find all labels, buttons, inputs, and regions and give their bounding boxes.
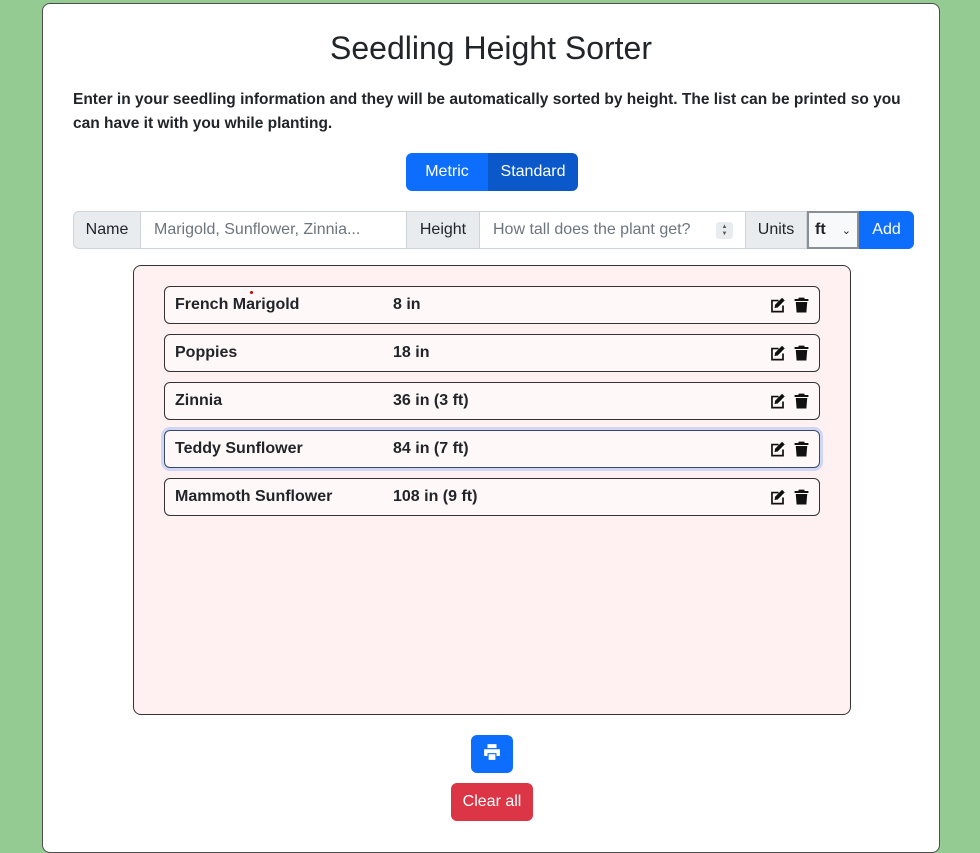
edit-icon[interactable] <box>769 296 786 314</box>
edit-icon[interactable] <box>769 344 786 362</box>
list-item: Mammoth Sunflower 108 in (9 ft) <box>164 478 820 516</box>
clear-all-button[interactable]: Clear all <box>451 783 533 821</box>
seedling-name: Zinnia <box>175 392 223 409</box>
seedling-name: Poppies <box>175 344 238 361</box>
trash-icon[interactable] <box>793 296 810 314</box>
page-title: Seedling Height Sorter <box>330 30 652 66</box>
list-item: Poppies 18 in <box>164 334 820 372</box>
name-input[interactable]: Marigold, Sunflower, Zinnia... <box>141 211 407 249</box>
chevron-down-icon: ⌄ <box>841 224 851 237</box>
trash-icon[interactable] <box>793 488 810 506</box>
height-input-placeholder: How tall does the plant get? <box>493 221 691 238</box>
seedling-name: French Marigold <box>175 296 300 313</box>
unit-system-toggle: Metric Standard <box>406 153 578 191</box>
edit-icon[interactable] <box>769 392 786 410</box>
list-item: French Marigold 8 in <box>164 286 820 324</box>
units-select[interactable]: ft ⌄ <box>807 211 859 249</box>
print-button[interactable] <box>471 735 513 773</box>
edit-icon[interactable] <box>769 488 786 506</box>
seedling-height: 84 in (7 ft) <box>393 440 469 457</box>
number-spinner[interactable]: ▲ ▼ <box>716 222 733 239</box>
seedling-name: Teddy Sunflower <box>175 440 303 457</box>
edit-icon[interactable] <box>769 440 786 458</box>
add-button[interactable]: Add <box>859 211 914 249</box>
list-item: Zinnia 36 in (3 ft) <box>164 382 820 420</box>
seedling-list: French Marigold 8 in Poppies 18 in Zinni… <box>133 265 851 715</box>
height-label: Height <box>407 211 480 249</box>
seedling-height: 18 in <box>393 344 430 361</box>
seedling-height: 36 in (3 ft) <box>393 392 469 409</box>
standard-button[interactable]: Standard <box>488 153 578 191</box>
list-item: Teddy Sunflower 84 in (7 ft) <box>164 430 820 468</box>
seedling-height: 8 in <box>393 296 421 313</box>
printer-icon <box>483 743 501 766</box>
main-card: Seedling Height Sorter Enter in your see… <box>42 3 940 853</box>
trash-icon[interactable] <box>793 440 810 458</box>
units-select-value: ft <box>815 221 826 238</box>
trash-icon[interactable] <box>793 392 810 410</box>
metric-button[interactable]: Metric <box>406 153 488 191</box>
add-seedling-form: Name Marigold, Sunflower, Zinnia... Heig… <box>73 211 914 249</box>
seedling-name: Mammoth Sunflower <box>175 488 333 505</box>
marker-dot <box>250 291 253 294</box>
seedling-height: 108 in (9 ft) <box>393 488 478 505</box>
name-label: Name <box>73 211 141 249</box>
trash-icon[interactable] <box>793 344 810 362</box>
units-label: Units <box>746 211 807 249</box>
height-input[interactable]: How tall does the plant get? ▲ ▼ <box>480 211 746 249</box>
page-description: Enter in your seedling information and t… <box>73 91 901 132</box>
